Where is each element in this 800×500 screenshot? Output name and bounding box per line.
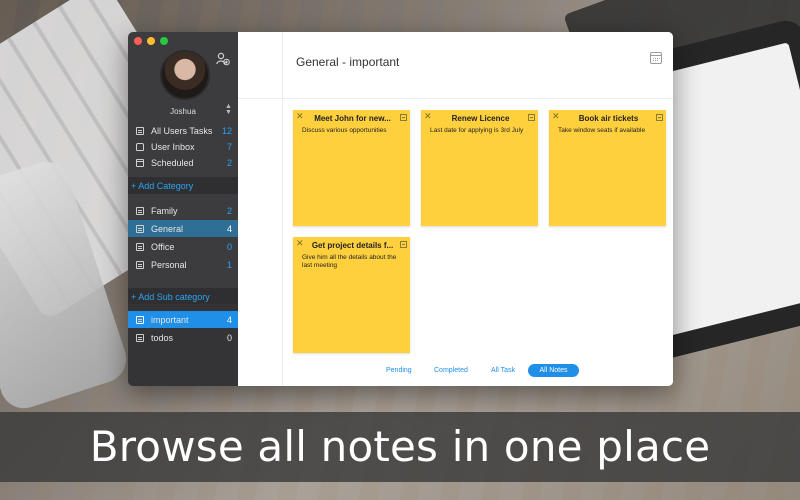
user-switch-stepper[interactable]: ▲ ▼ <box>225 103 232 116</box>
main-gutter <box>238 32 283 386</box>
header-divider <box>238 98 673 99</box>
page-title: General - important <box>296 55 400 69</box>
avatar[interactable] <box>160 50 210 100</box>
note-body: Give him all the details about the last … <box>302 254 397 269</box>
close-icon[interactable]: ✕ <box>296 238 304 249</box>
note-title: Book air tickets <box>578 114 639 123</box>
expand-icon[interactable] <box>528 114 535 121</box>
add-user-icon[interactable] <box>216 52 230 66</box>
note-body: Take window seats if available <box>558 127 646 134</box>
zoom-window-button[interactable] <box>160 37 168 45</box>
sidebar-item-family[interactable]: Family 2 <box>128 202 238 219</box>
close-icon[interactable]: ✕ <box>424 111 432 122</box>
list-icon <box>136 315 144 324</box>
sidebar-item-office[interactable]: Office 0 <box>128 238 238 255</box>
list-icon <box>136 242 144 251</box>
caption-text: Browse all notes in one place <box>89 422 711 471</box>
note-title: Renew Licence <box>451 114 510 123</box>
close-icon[interactable]: ✕ <box>552 111 560 122</box>
sidebar-item-personal[interactable]: Personal 1 <box>128 256 238 273</box>
sidebar-item-general[interactable]: General 4 <box>128 220 238 237</box>
filter-all-notes[interactable]: All Notes <box>528 364 579 377</box>
note-body: Last date for applying is 3rd July <box>430 127 524 134</box>
add-category-button[interactable]: + Add Category <box>128 177 238 194</box>
main-panel: General - important ✕ Meet John for new.… <box>238 32 673 386</box>
list-icon <box>136 126 144 135</box>
add-sub-category-button[interactable]: + Add Sub category <box>128 288 238 305</box>
note-title: Get project details f... <box>311 241 394 250</box>
note-card[interactable]: ✕ Book air tickets Take window seats if … <box>549 110 666 226</box>
list-icon <box>136 206 144 215</box>
sidebar-item-all-users-tasks[interactable]: All Users Tasks 12 <box>128 122 238 139</box>
note-card[interactable]: ✕ Get project details f... Give him all … <box>293 237 410 353</box>
inbox-icon <box>136 142 144 151</box>
filter-bar: Pending Completed All Task All Notes <box>238 364 673 378</box>
filter-pending[interactable]: Pending <box>380 364 418 377</box>
expand-icon[interactable] <box>400 241 407 248</box>
minimize-window-button[interactable] <box>147 37 155 45</box>
filter-completed[interactable]: Completed <box>428 364 474 377</box>
close-window-button[interactable] <box>134 37 142 45</box>
caption-banner: Browse all notes in one place <box>0 412 800 482</box>
sidebar-item-user-inbox[interactable]: User Inbox 7 <box>128 138 238 155</box>
close-icon[interactable]: ✕ <box>296 111 304 122</box>
calendar-icon <box>136 158 144 167</box>
window-controls <box>134 37 168 45</box>
expand-icon[interactable] <box>400 114 407 121</box>
calendar-icon[interactable] <box>650 52 662 64</box>
sidebar-item-scheduled[interactable]: Scheduled 2 <box>128 154 238 171</box>
expand-icon[interactable] <box>656 114 663 121</box>
list-icon <box>136 333 144 342</box>
note-title: Meet John for new... <box>314 114 391 123</box>
sidebar: Joshua ▲ ▼ All Users Tasks 12 User Inbox … <box>128 32 238 386</box>
note-body: Discuss various opportunities <box>302 127 387 134</box>
sidebar-item-todos[interactable]: todos 0 <box>128 329 238 346</box>
app-window: Joshua ▲ ▼ All Users Tasks 12 User Inbox … <box>128 32 673 386</box>
user-name: Joshua <box>170 107 196 116</box>
list-icon <box>136 260 144 269</box>
sidebar-item-important[interactable]: important 4 <box>128 311 238 328</box>
note-card[interactable]: ✕ Renew Licence Last date for applying i… <box>421 110 538 226</box>
list-icon <box>136 224 144 233</box>
note-card[interactable]: ✕ Meet John for new... Discuss various o… <box>293 110 410 226</box>
filter-all-task[interactable]: All Task <box>485 364 521 377</box>
